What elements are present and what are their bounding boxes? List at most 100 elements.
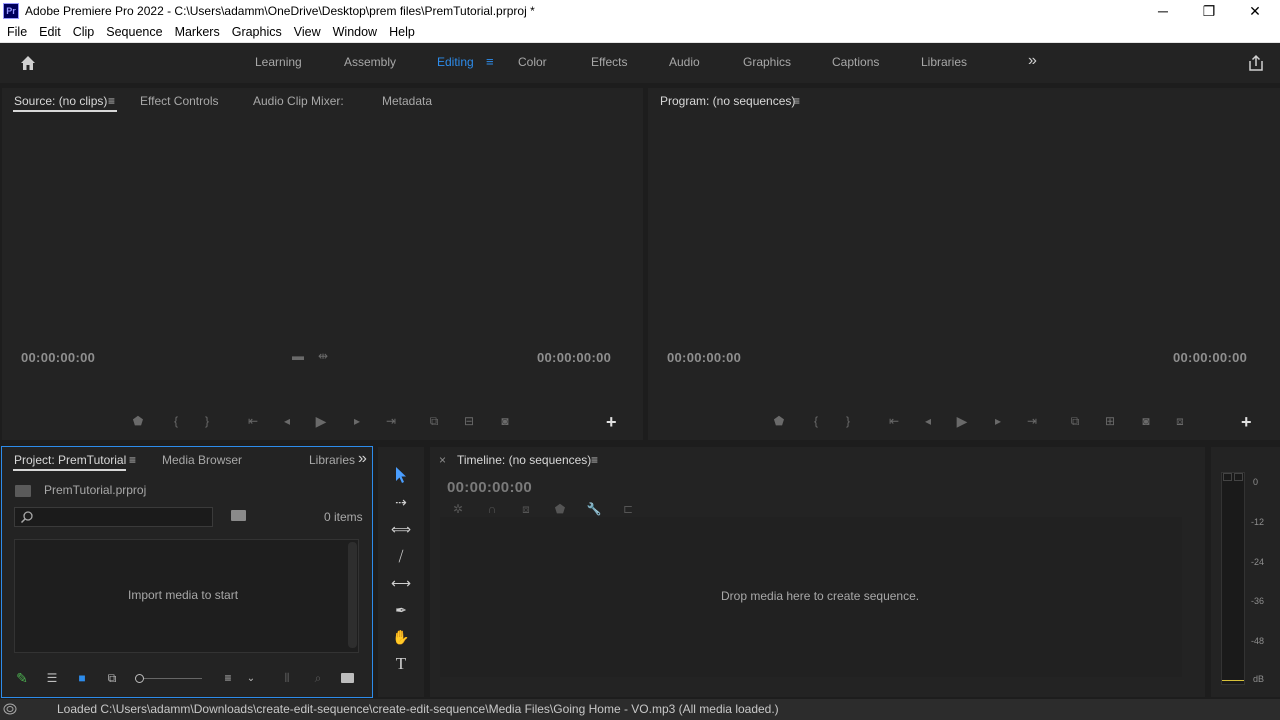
menu-clip[interactable]: Clip: [67, 25, 101, 39]
window-title: Adobe Premiere Pro 2022 - C:\Users\adamm…: [25, 4, 535, 18]
menu-window[interactable]: Window: [327, 25, 383, 39]
button-editor-plus-icon[interactable]: +: [1241, 412, 1252, 433]
lift-icon[interactable]: ⧉: [1066, 412, 1084, 430]
workspace-tab-editing[interactable]: Editing: [437, 55, 474, 69]
go-to-in-icon[interactable]: ⇤: [885, 412, 903, 430]
step-forward-icon[interactable]: ▸: [348, 412, 366, 430]
close-tab-icon[interactable]: ×: [439, 453, 446, 467]
meter-label-minus48: -48: [1251, 636, 1265, 646]
share-icon[interactable]: [1247, 54, 1265, 72]
tab-metadata[interactable]: Metadata: [382, 94, 432, 108]
insert-icon[interactable]: ⧉: [425, 412, 443, 430]
play-icon[interactable]: ▶: [953, 412, 971, 430]
tab-audio-clip-mixer[interactable]: Audio Clip Mixer:: [253, 94, 344, 108]
workspace-tab-color[interactable]: Color: [518, 55, 547, 69]
premiere-app-icon: Pr: [3, 3, 19, 19]
export-frame-icon[interactable]: ◙: [1137, 412, 1155, 430]
minimize-button[interactable]: ─: [1140, 0, 1186, 22]
tab-timeline[interactable]: Timeline: (no sequences): [457, 453, 591, 467]
ripple-edit-tool-icon[interactable]: ⟺: [390, 518, 412, 540]
meter-label-db: dB: [1253, 674, 1265, 684]
source-panel-menu-icon[interactable]: ≡: [108, 94, 115, 108]
button-editor-plus-icon[interactable]: +: [606, 412, 617, 433]
add-marker-icon[interactable]: ⬟: [129, 412, 147, 430]
maximize-button[interactable]: ❐: [1186, 0, 1232, 22]
pen-tool-icon[interactable]: ✒: [390, 599, 412, 621]
mark-out-icon[interactable]: }: [198, 412, 216, 430]
comparison-view-icon[interactable]: ⧈: [1171, 412, 1189, 430]
timeline-drop-area[interactable]: Drop media here to create sequence.: [440, 517, 1182, 677]
close-button[interactable]: ✕: [1232, 0, 1278, 22]
linked-selection-icon[interactable]: ⧈: [517, 500, 535, 518]
export-frame-icon[interactable]: ◙: [496, 412, 514, 430]
menu-help[interactable]: Help: [383, 25, 421, 39]
tab-program[interactable]: Program: (no sequences): [660, 94, 795, 108]
status-message: Loaded C:\Users\adamm\Downloads\create-e…: [57, 702, 779, 716]
tools-panel: ⇢ ⟺ ⧸ ⟷ ✒ ✋ T: [378, 447, 424, 697]
step-back-icon[interactable]: ◂: [278, 412, 296, 430]
home-icon[interactable]: [18, 53, 38, 73]
program-duration-timecode: 00:00:00:00: [1173, 350, 1248, 365]
menu-view[interactable]: View: [288, 25, 327, 39]
mark-out-icon[interactable]: }: [839, 412, 857, 430]
workspace-tab-effects[interactable]: Effects: [591, 55, 627, 69]
tab-source[interactable]: Source: (no clips): [14, 94, 107, 108]
status-activity-icon[interactable]: [3, 703, 17, 715]
menu-markers[interactable]: Markers: [169, 25, 226, 39]
mark-in-icon[interactable]: {: [807, 412, 825, 430]
workspace-tab-assembly[interactable]: Assembly: [344, 55, 396, 69]
workspace-tab-captions[interactable]: Captions: [832, 55, 879, 69]
menu-file[interactable]: File: [0, 25, 33, 39]
play-icon[interactable]: ▶: [312, 412, 330, 430]
track-select-tool-icon[interactable]: ⇢: [390, 491, 412, 513]
workspace-tab-learning[interactable]: Learning: [255, 55, 302, 69]
wrench-icon[interactable]: 🔧: [585, 500, 603, 518]
program-playhead-timecode[interactable]: 00:00:00:00: [667, 350, 741, 365]
go-to-in-icon[interactable]: ⇤: [244, 412, 262, 430]
step-forward-icon[interactable]: ▸: [989, 412, 1007, 430]
type-tool-icon[interactable]: T: [390, 653, 412, 675]
razor-tool-icon[interactable]: ⧸: [390, 545, 412, 567]
status-bar: Loaded C:\Users\adamm\Downloads\create-e…: [0, 699, 1280, 720]
selection-tool-icon[interactable]: [393, 466, 409, 484]
menu-edit[interactable]: Edit: [33, 25, 67, 39]
drag-video-only-icon[interactable]: ▬: [289, 347, 307, 365]
timeline-panel-menu-icon[interactable]: ≡: [591, 453, 598, 467]
nest-icon[interactable]: ✲: [449, 500, 467, 518]
hand-tool-icon[interactable]: ✋: [390, 626, 412, 648]
more-workspaces-icon[interactable]: »: [1028, 52, 1037, 70]
menu-bar: File Edit Clip Sequence Markers Graphics…: [0, 22, 1280, 43]
source-playhead-timecode[interactable]: 00:00:00:00: [21, 350, 95, 365]
workspace-tab-graphics[interactable]: Graphics: [743, 55, 791, 69]
workspace-tab-libraries[interactable]: Libraries: [921, 55, 967, 69]
timeline-playhead-timecode[interactable]: 00:00:00:00: [447, 479, 532, 496]
program-panel-menu-icon[interactable]: ≡: [793, 94, 800, 108]
go-to-out-icon[interactable]: ⇥: [382, 412, 400, 430]
menu-sequence[interactable]: Sequence: [100, 25, 168, 39]
add-marker-icon[interactable]: ⬟: [551, 500, 569, 518]
meter-label-minus24: -24: [1251, 557, 1265, 567]
source-duration-timecode: 00:00:00:00: [537, 350, 612, 365]
go-to-out-icon[interactable]: ⇥: [1023, 412, 1041, 430]
extract-icon[interactable]: ⊞: [1101, 412, 1119, 430]
drag-audio-only-icon[interactable]: ⇹: [314, 347, 332, 365]
captions-icon[interactable]: ⊏: [619, 500, 637, 518]
workspace-tab-audio[interactable]: Audio: [669, 55, 700, 69]
add-marker-icon[interactable]: ⬟: [770, 412, 788, 430]
slip-tool-icon[interactable]: ⟷: [390, 572, 412, 594]
snap-icon[interactable]: ∩: [483, 500, 501, 518]
step-back-icon[interactable]: ◂: [919, 412, 937, 430]
tab-effect-controls[interactable]: Effect Controls: [140, 94, 218, 108]
meter-label-minus12: -12: [1251, 517, 1265, 527]
drop-media-message: Drop media here to create sequence.: [721, 589, 920, 603]
overwrite-icon[interactable]: ⊟: [460, 412, 478, 430]
workspace-menu-icon[interactable]: ≡: [486, 54, 494, 69]
source-monitor-panel: Source: (no clips) ≡ Effect Controls Aud…: [2, 88, 643, 440]
timeline-panel: × Timeline: (no sequences) ≡ 00:00:00:00…: [430, 447, 1205, 697]
meter-label-minus36: -36: [1251, 596, 1265, 606]
mark-in-icon[interactable]: {: [167, 412, 185, 430]
menu-graphics[interactable]: Graphics: [226, 25, 288, 39]
project-panel-focus-border: [1, 446, 373, 698]
audio-meter-panel: 0 -12 -24 -36 -48 dB: [1211, 447, 1280, 697]
clip-indicator-left: [1223, 473, 1232, 481]
